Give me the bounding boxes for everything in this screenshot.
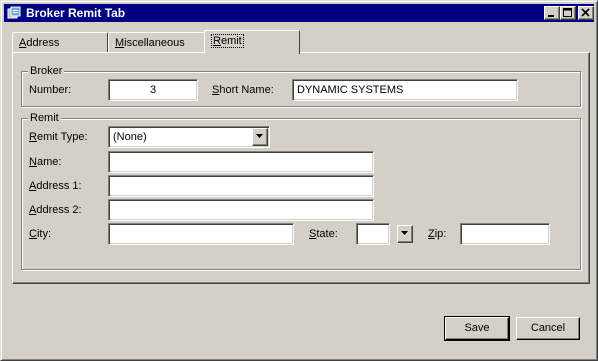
city-mnemonic: C bbox=[29, 228, 37, 240]
name-mnemonic: N bbox=[29, 156, 37, 168]
city-label: City: bbox=[29, 227, 51, 241]
address1-label: Address 1: bbox=[29, 179, 82, 193]
tab-miscellaneous[interactable]: Miscellaneous bbox=[108, 32, 205, 53]
city-field[interactable] bbox=[108, 223, 294, 245]
tab-remit-mnemonic: R bbox=[213, 35, 221, 47]
maximize-button[interactable] bbox=[560, 6, 576, 20]
short-name-label: Short Name: bbox=[212, 83, 274, 97]
remit-tab-panel: Broker Number: 3 Short Name: DYNAMIC SYS… bbox=[12, 52, 590, 284]
tab-remit-label: emit bbox=[220, 35, 242, 47]
address2-label: Address 2: bbox=[29, 203, 82, 217]
app-window: Broker Remit Tab Address Miscellaneous R… bbox=[0, 0, 598, 361]
close-icon bbox=[581, 8, 590, 17]
broker-group-label: Broker bbox=[28, 64, 65, 78]
address2-label-text: ddress 2: bbox=[36, 204, 82, 216]
zip-label-text: ip: bbox=[434, 228, 447, 240]
name-label: Name: bbox=[29, 155, 61, 169]
state-label-text: tate: bbox=[316, 228, 338, 240]
chevron-down-icon bbox=[256, 134, 263, 138]
address1-label-text: ddress 1: bbox=[36, 180, 82, 192]
zip-label: Zip: bbox=[428, 227, 446, 241]
tab-address-label: ddress bbox=[26, 37, 60, 49]
cancel-button[interactable]: Cancel bbox=[516, 317, 580, 340]
remit-type-dropdown-button[interactable] bbox=[252, 128, 268, 146]
save-button[interactable]: Save bbox=[444, 316, 510, 341]
zip-field[interactable] bbox=[460, 223, 550, 245]
tab-address[interactable]: Address bbox=[12, 32, 108, 53]
short-name-field[interactable]: DYNAMIC SYSTEMS bbox=[292, 79, 518, 101]
remit-type-label: Remit Type: bbox=[29, 130, 88, 144]
address1-field[interactable] bbox=[108, 175, 374, 197]
close-button[interactable] bbox=[578, 6, 594, 20]
state-label: State: bbox=[309, 227, 338, 241]
name-label-text: ame: bbox=[36, 156, 62, 168]
zip-mnemonic: Z bbox=[428, 228, 435, 240]
tab-miscellaneous-label: iscellaneous bbox=[124, 37, 185, 49]
window-title: Broker Remit Tab bbox=[26, 6, 126, 20]
city-label-text: ity: bbox=[36, 228, 52, 240]
tab-remit[interactable]: Remit bbox=[204, 30, 300, 54]
number-field[interactable]: 3 bbox=[108, 79, 198, 101]
name-field[interactable] bbox=[108, 151, 374, 173]
remit-type-label-text: emit Type: bbox=[36, 131, 88, 143]
state-dropdown-button[interactable] bbox=[397, 225, 413, 243]
maximize-icon bbox=[563, 8, 572, 17]
title-bar[interactable]: Broker Remit Tab bbox=[4, 4, 594, 22]
number-label: Number: bbox=[29, 84, 72, 96]
remit-type-select[interactable]: (None) bbox=[108, 126, 270, 148]
tab-miscellaneous-mnemonic: M bbox=[115, 37, 125, 49]
chevron-down-icon bbox=[401, 231, 408, 235]
remit-group-label: Remit bbox=[28, 111, 61, 125]
tab-remit-focus: Remit bbox=[211, 34, 244, 48]
minimize-button[interactable] bbox=[544, 6, 560, 20]
state-field[interactable] bbox=[356, 223, 390, 245]
remit-type-mnemonic: R bbox=[29, 131, 37, 143]
minimize-icon bbox=[548, 15, 554, 17]
short-name-label-text: hort Name: bbox=[219, 84, 274, 96]
address2-field[interactable] bbox=[108, 199, 374, 221]
app-icon bbox=[7, 6, 21, 19]
